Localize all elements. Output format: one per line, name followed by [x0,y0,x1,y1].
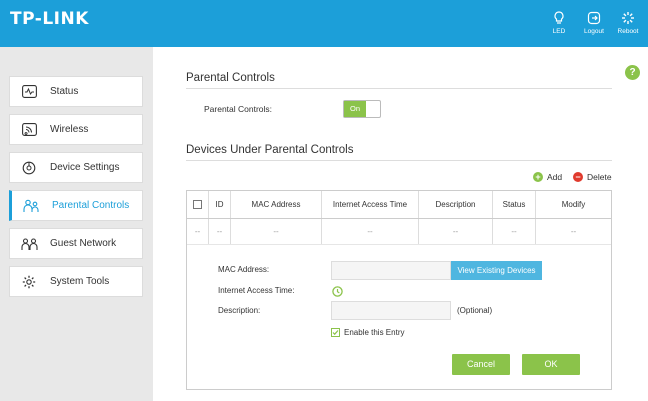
table-cell: -- [187,219,209,244]
section-title-devices: Devices Under Parental Controls [186,144,354,156]
enable-entry-checkbox[interactable]: Enable this Entry [331,328,404,337]
sidebar-item-status[interactable]: Status [9,76,143,107]
clock-icon[interactable] [332,286,343,297]
sidebar-item-device-settings[interactable]: Device Settings [9,152,143,183]
reboot-button[interactable]: Reboot [613,11,643,35]
sidebar-item-label: Wireless [50,124,89,135]
internet-access-time-label: Internet Access Time: [218,286,295,295]
col-header-id: ID [209,191,231,218]
sidebar: Status Wireless Device Settings Parental… [0,47,153,401]
table-cell: -- [209,219,231,244]
sidebar-item-label: Guest Network [50,238,117,249]
mac-address-label: MAC Address: [218,265,270,274]
col-header-modify: Modify [561,200,586,209]
sidebar-item-guest-network[interactable]: Guest Network [9,228,143,259]
divider [186,88,612,89]
add-label: Add [547,172,563,182]
table-cell: -- [231,219,322,244]
divider [186,160,612,161]
description-input[interactable] [331,301,451,320]
system-tools-icon [20,273,38,291]
description-label: Description: [218,306,261,315]
table-header: ID MAC Address Internet Access Time Desc… [187,191,611,219]
delete-icon: − [573,172,583,182]
delete-label: Delete [587,172,612,182]
delete-button[interactable]: − Delete [573,172,612,182]
logout-label: Logout [584,28,604,35]
status-icon [20,83,38,101]
select-all-checkbox[interactable] [193,200,202,209]
checkbox-checked-icon [331,328,340,337]
add-button[interactable]: + Add [533,172,562,182]
add-icon: + [533,172,543,182]
led-label: LED [552,28,566,35]
cancel-button[interactable]: Cancel [452,354,510,375]
sidebar-item-label: Status [50,86,79,97]
parental-controls-label: Parental Controls: [204,104,273,114]
sidebar-item-label: Parental Controls [52,200,130,211]
col-header-description: Description [419,191,493,218]
table-row: -- -- -- -- -- -- -- [187,219,611,245]
reboot-icon [622,12,634,24]
table-cell: -- [419,219,493,244]
sidebar-item-label: Device Settings [50,162,120,173]
top-bar: TP-LINK LED Logout Reboot [0,0,648,47]
optional-hint: (Optional) [457,306,493,315]
sidebar-item-parental-controls[interactable]: Parental Controls [9,190,143,221]
col-header-access-time: Internet Access Time [322,191,419,218]
parental-controls-toggle[interactable]: On [343,100,381,118]
help-icon[interactable]: ? [625,65,640,80]
ok-button[interactable]: OK [522,354,580,375]
table-cell: -- [570,227,577,236]
section-title-parental-controls: Parental Controls [186,72,275,84]
guest-network-icon [20,235,38,253]
sidebar-item-wireless[interactable]: Wireless [9,114,143,145]
col-header-status: Status [493,191,536,218]
parental-controls-icon [22,197,40,215]
led-button[interactable]: LED [544,11,574,35]
wireless-icon [20,121,38,139]
device-settings-icon [20,159,38,177]
mac-address-input[interactable] [331,261,451,280]
select-all-cell [187,191,209,218]
logout-button[interactable]: Logout [579,11,609,35]
tp-link-logo: TP-LINK [10,9,89,29]
sidebar-item-system-tools[interactable]: System Tools [9,266,143,297]
view-existing-devices-button[interactable]: View Existing Devices [451,261,542,280]
table-cell: -- [493,219,536,244]
col-header-mac: MAC Address [231,191,322,218]
bulb-icon [554,11,564,24]
reboot-label: Reboot [617,28,639,35]
logout-icon [587,11,601,25]
toggle-on-label: On [344,101,366,117]
table-cell: -- [322,219,419,244]
enable-entry-label: Enable this Entry [344,328,405,337]
sidebar-item-label: System Tools [50,276,110,287]
